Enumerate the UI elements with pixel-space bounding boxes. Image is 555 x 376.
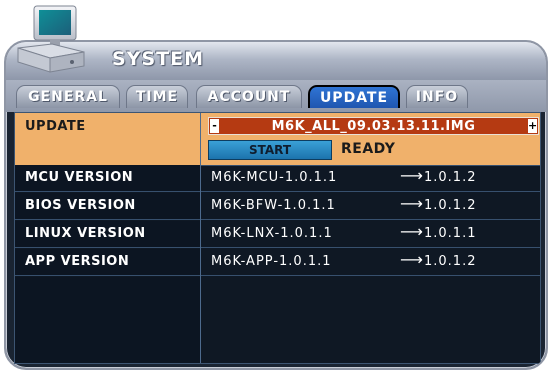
window-title: SYSTEM (112, 48, 204, 70)
update-panel: UPDATE - M6K_ALL_09.03.13.11.IMG + START… (14, 112, 541, 364)
system-window: SYSTEM GENERAL TIME ACCOUNT UPDATE INFO … (4, 40, 548, 370)
linux-current-version: M6K-LNX-1.0.1.1 (211, 226, 333, 241)
tab-account[interactable]: ACCOUNT (196, 85, 302, 108)
version-row-linux: LINUX VERSION M6K-LNX-1.0.1.1 ⟶ 1.0.1.1 (15, 221, 540, 248)
arrow-right-icon: ⟶ (400, 250, 423, 269)
version-row-mcu: MCU VERSION M6K-MCU-1.0.1.1 ⟶ 1.0.1.2 (15, 165, 540, 192)
tab-bar: GENERAL TIME ACCOUNT UPDATE INFO (6, 80, 546, 112)
arrow-right-icon: ⟶ (400, 166, 423, 185)
firmware-file-name: M6K_ALL_09.03.13.11.IMG (271, 119, 476, 134)
update-status: READY (341, 141, 396, 157)
linux-version-label: LINUX VERSION (25, 226, 146, 241)
mcu-current-version: M6K-MCU-1.0.1.1 (211, 170, 338, 185)
computer-icon (17, 5, 85, 73)
tab-update[interactable]: UPDATE (308, 85, 400, 108)
tab-info[interactable]: INFO (406, 85, 468, 108)
next-file-button[interactable]: + (528, 119, 537, 133)
mcu-new-version: 1.0.1.2 (424, 170, 477, 185)
linux-new-version: 1.0.1.1 (424, 226, 477, 241)
arrow-right-icon: ⟶ (400, 194, 423, 213)
bios-current-version: M6K-BFW-1.0.1.1 (211, 198, 336, 213)
app-new-version: 1.0.1.2 (424, 254, 477, 269)
app-current-version: M6K-APP-1.0.1.1 (211, 254, 332, 269)
bios-new-version: 1.0.1.2 (424, 198, 477, 213)
column-divider (200, 113, 201, 363)
tab-time[interactable]: TIME (126, 85, 188, 108)
version-row-app: APP VERSION M6K-APP-1.0.1.1 ⟶ 1.0.1.2 (15, 249, 540, 276)
update-label: UPDATE (25, 119, 86, 134)
empty-label-area (15, 277, 200, 363)
start-button[interactable]: START (208, 140, 332, 160)
mcu-version-label: MCU VERSION (25, 170, 134, 185)
version-row-bios: BIOS VERSION M6K-BFW-1.0.1.1 ⟶ 1.0.1.2 (15, 193, 540, 220)
update-row: UPDATE - M6K_ALL_09.03.13.11.IMG + START… (15, 113, 540, 166)
bios-version-label: BIOS VERSION (25, 198, 136, 213)
firmware-file-selector[interactable]: - M6K_ALL_09.03.13.11.IMG + (208, 117, 539, 135)
arrow-right-icon: ⟶ (400, 222, 423, 241)
app-version-label: APP VERSION (25, 254, 130, 269)
tab-general[interactable]: GENERAL (16, 85, 120, 108)
